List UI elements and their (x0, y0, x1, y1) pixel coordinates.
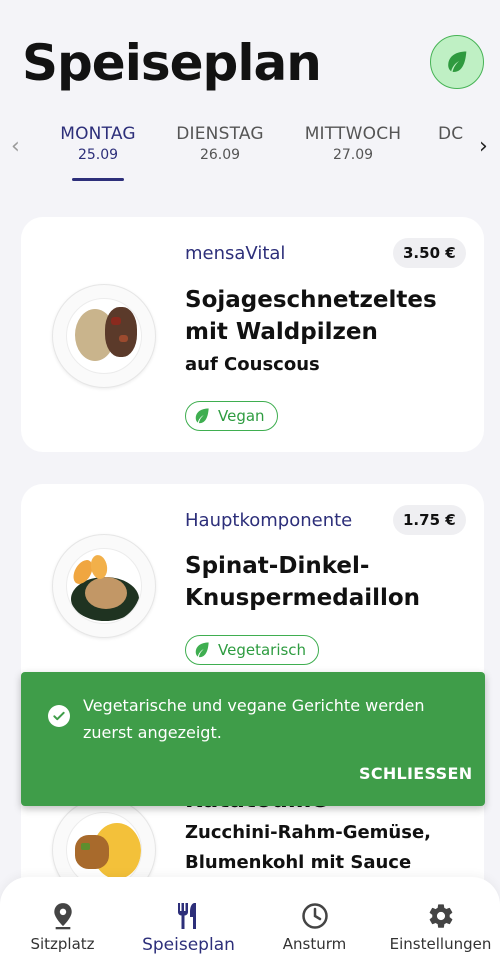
gear-icon (378, 901, 500, 931)
price-badge: 1.75 € (393, 505, 466, 535)
clock-icon (252, 901, 377, 931)
bottom-navigation: Sitzplatz Speiseplan Ansturm Einstellung… (0, 877, 500, 972)
day-tabs: MONTAG 25.09 DIENSTAG 26.09 MITTWOCH 27.… (0, 124, 500, 184)
chevron-right-icon[interactable]: › (479, 134, 488, 159)
fork-knife-icon (126, 901, 251, 931)
nav-label: Einstellungen (389, 935, 492, 953)
price-badge: 3.50 € (393, 238, 466, 268)
meal-name: Sojageschnetzeltes mit Waldpilzen (185, 287, 437, 345)
snackbar-message: Vegetarische und vegane Gerichte werden … (83, 696, 425, 742)
nav-sitzplatz[interactable]: Sitzplatz (0, 901, 125, 953)
tab-monday[interactable]: MONTAG 25.09 (56, 124, 140, 163)
page-title: Speiseplan (22, 34, 322, 92)
meal-image (52, 534, 156, 638)
snackbar: Vegetarische und vegane Gerichte werden … (21, 672, 485, 806)
leaf-icon (448, 51, 467, 72)
nav-speiseplan[interactable]: Speiseplan (126, 901, 251, 955)
nav-ansturm[interactable]: Ansturm (252, 901, 377, 953)
meal-name: Spinat-Dinkel-Knuspermedaillon (185, 553, 421, 611)
header: Speiseplan ‹ MONTAG 25.09 DIENSTAG 26.09… (0, 0, 500, 200)
tab-tuesday[interactable]: DIENSTAG 26.09 (172, 124, 268, 163)
diet-badge-label: Vegan (218, 407, 265, 425)
meal-card[interactable]: mensaVital 3.50 € Sojageschnetzeltes mit… (21, 217, 484, 452)
close-snackbar-button[interactable]: SCHLIESSEN (359, 764, 472, 783)
diet-badge-label: Vegetarisch (218, 641, 307, 659)
active-tab-indicator (72, 178, 124, 181)
meal-category: mensaVital (185, 243, 286, 264)
diet-badge: Vegetarisch (185, 635, 320, 665)
nav-label: Sitzplatz (30, 935, 95, 953)
leaf-icon (195, 642, 209, 658)
meal-image (52, 284, 156, 388)
meal-side: auf Couscous (185, 354, 320, 375)
meal-category: Hauptkomponente (185, 510, 353, 531)
location-pin-icon (0, 901, 125, 931)
tab-thursday[interactable]: DC (438, 124, 472, 147)
diet-badge: Vegan (185, 401, 278, 431)
nav-label: Ansturm (282, 935, 347, 953)
leaf-icon (195, 408, 209, 424)
tab-wednesday[interactable]: MITTWOCH 27.09 (300, 124, 406, 163)
meal-side: Zucchini-Rahm-Gemüse, Blumenkohl mit Sau… (185, 822, 432, 873)
check-circle-icon (48, 705, 70, 727)
nav-label: Speiseplan (142, 935, 235, 955)
nav-einstellungen[interactable]: Einstellungen (378, 901, 500, 953)
veggie-filter-button[interactable] (430, 35, 484, 89)
